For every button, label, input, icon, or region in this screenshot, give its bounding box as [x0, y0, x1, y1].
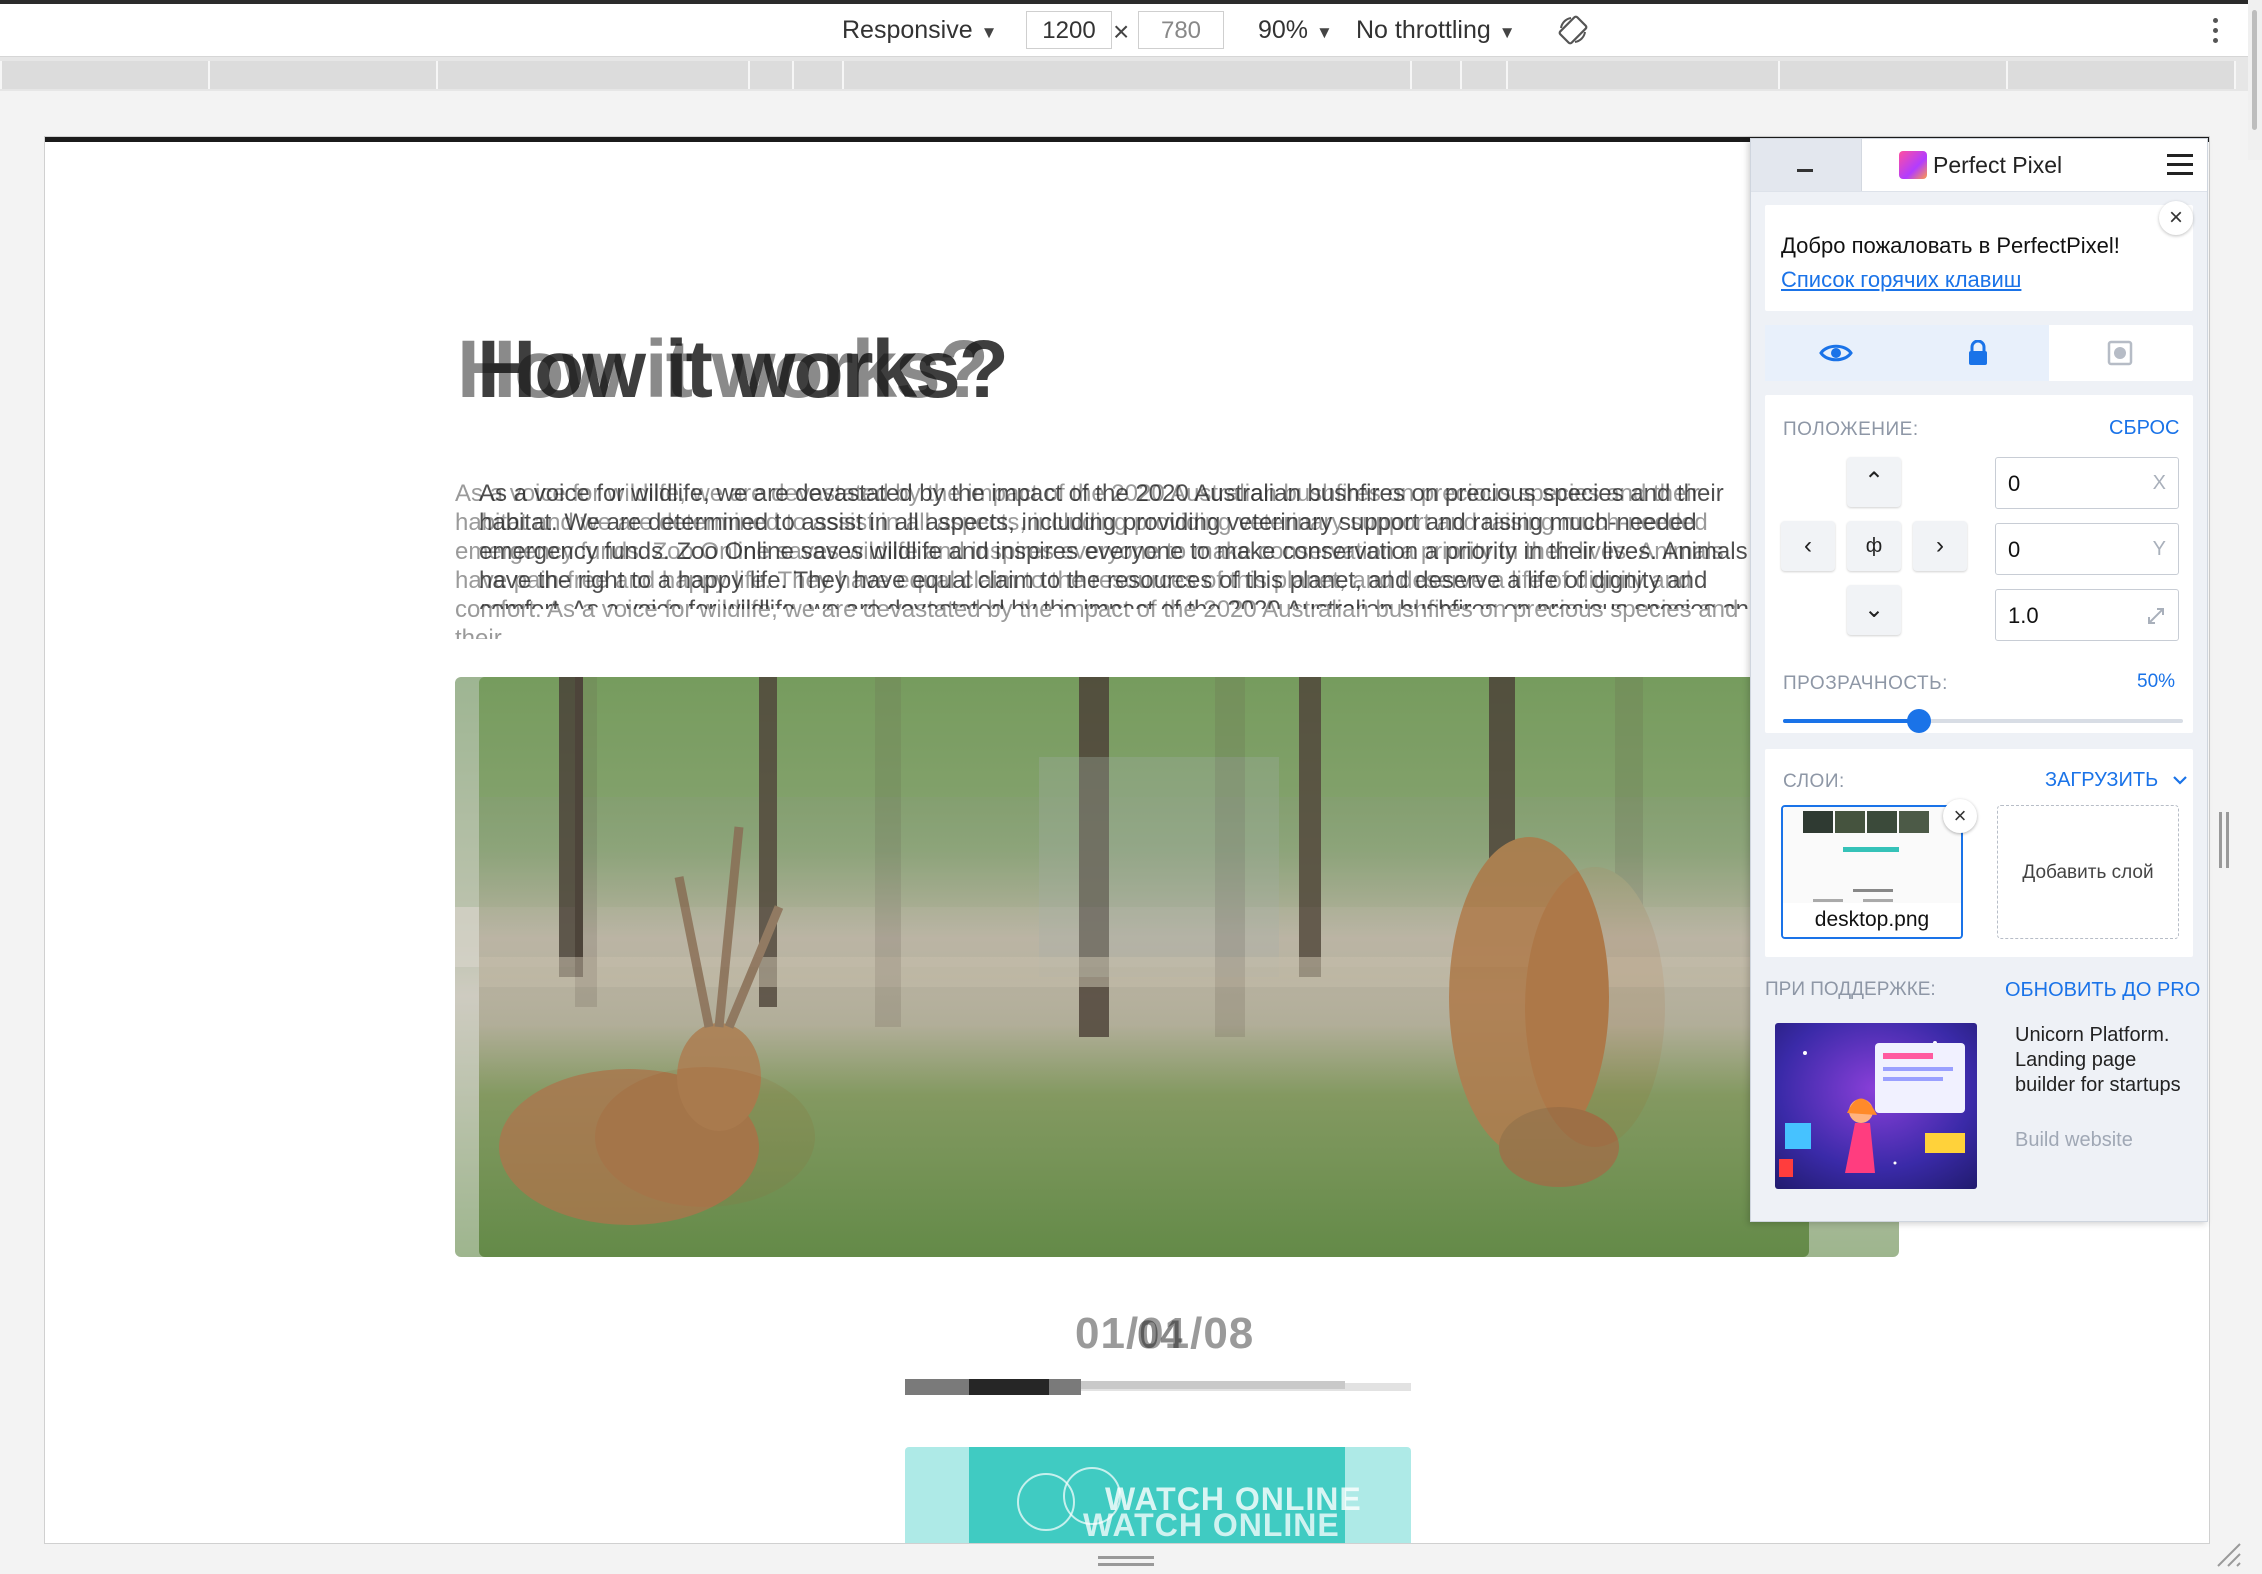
panel-header: Perfect Pixel — [1751, 139, 2207, 192]
expand-icon — [2148, 608, 2164, 624]
device-label: Responsive — [842, 16, 973, 44]
eye-icon — [1819, 344, 1853, 362]
move-right-button[interactable]: › — [1913, 521, 1967, 571]
lock-toggle[interactable] — [1907, 325, 2049, 381]
y-value: 0 — [2008, 537, 2021, 562]
device-select[interactable]: Responsive ▼ — [842, 12, 997, 48]
minimize-button[interactable] — [1751, 139, 1862, 191]
date-label-overlay: 04 — [1137, 1313, 1184, 1357]
throttling-select[interactable]: No throttling ▼ — [1356, 12, 1516, 48]
layers-card: СЛОИ: ЗАГРУЗИТЬ desktop.png × Добавить с… — [1765, 749, 2193, 957]
more-options-icon[interactable] — [2213, 18, 2219, 44]
upload-button[interactable]: ЗАГРУЗИТЬ — [2045, 769, 2188, 792]
layer-preview-image — [1783, 807, 1961, 907]
y-offset-input[interactable]: 0 Y — [1995, 523, 2179, 575]
opacity-slider-handle[interactable] — [1907, 709, 1931, 733]
scrollbar[interactable] — [2248, 0, 2262, 160]
visibility-toggle[interactable] — [1765, 325, 1907, 381]
viewport-height-input[interactable]: 780 — [1138, 11, 1224, 49]
deer-photo — [479, 677, 1809, 1257]
size-separator: × — [1113, 16, 1130, 47]
reset-button[interactable]: СБРОС — [2109, 417, 2179, 440]
viewport-resize-handle-right[interactable] — [2219, 812, 2231, 868]
close-icon[interactable]: × — [1943, 799, 1977, 833]
add-layer-button[interactable]: Добавить слой — [1997, 805, 2179, 939]
panel-title: Perfect Pixel — [1933, 152, 2063, 178]
scale-input[interactable]: 1.0 — [1995, 589, 2179, 641]
hotkeys-link[interactable]: Список горячих клавиш — [1781, 267, 2021, 293]
upgrade-pro-link[interactable]: ОБНОВИТЬ ДО PRO — [2005, 979, 2200, 1002]
move-up-button[interactable]: ⌃ — [1847, 457, 1901, 507]
page-heading: How it works? — [477, 324, 1009, 415]
opacity-slider[interactable] — [1783, 709, 2183, 733]
chevron-down-icon — [2173, 776, 2187, 785]
position-label: ПОЛОЖЕНИЕ: — [1783, 419, 1919, 440]
opacity-value: 50% — [2137, 671, 2176, 692]
y-unit: Y — [2152, 538, 2166, 560]
move-down-button[interactable]: ⌄ — [1847, 585, 1901, 635]
perfect-pixel-panel: Perfect Pixel Добро пожаловать в Perfect… — [1750, 138, 2208, 1222]
rotate-icon[interactable] — [1557, 14, 1589, 46]
upload-label: ЗАГРУЗИТЬ — [2045, 769, 2159, 791]
viewport-resize-handle-bottom[interactable] — [1098, 1556, 1154, 1568]
move-left-button[interactable]: ‹ — [1781, 521, 1835, 571]
device-toolbar: Responsive ▼ 1200 × 780 90% ▼ No throttlin… — [0, 4, 2262, 57]
layer-name: desktop.png — [1783, 903, 1961, 937]
position-card: ПОЛОЖЕНИЕ: СБРОС ⌃ ‹ ф › ⌄ 0 X 0 Y 1.0 П… — [1765, 395, 2193, 733]
zoom-select[interactable]: 90% ▼ — [1258, 12, 1333, 48]
promo-build-link[interactable]: Build website — [2015, 1129, 2133, 1152]
caret-down-icon: ▼ — [1498, 23, 1516, 42]
paragraph: As a voice for wildlife, we are devastat… — [479, 480, 1762, 609]
layers-label: СЛОИ: — [1783, 771, 1845, 792]
perfect-pixel-logo — [1899, 151, 1927, 179]
progress-thumb[interactable] — [969, 1379, 1049, 1395]
zoom-label: 90% — [1258, 16, 1309, 44]
menu-icon[interactable] — [2167, 154, 2193, 176]
x-offset-input[interactable]: 0 X — [1995, 457, 2179, 509]
x-unit: X — [2152, 472, 2166, 494]
opacity-label: ПРОЗРАЧНОСТЬ: — [1783, 673, 1948, 694]
minimize-icon — [1797, 169, 1813, 172]
resize-grip-icon[interactable] — [2212, 1538, 2242, 1568]
layer-thumbnail[interactable]: desktop.png — [1781, 805, 1963, 939]
scale-value: 1.0 — [2008, 603, 2039, 628]
welcome-text: Добро пожаловать в PerfectPixel! — [1781, 233, 2120, 258]
center-button[interactable]: ф — [1847, 521, 1901, 571]
throttling-label: No throttling — [1356, 16, 1491, 44]
mode-toggle-group — [1765, 325, 2193, 381]
close-icon[interactable]: × — [2159, 201, 2193, 235]
viewport-width-input[interactable]: 1200 — [1026, 11, 1112, 49]
opacity-slider-fill — [1783, 719, 1919, 723]
sponsor-label: ПРИ ПОДДЕРЖКЕ: — [1765, 979, 1936, 1000]
promo-illustration[interactable] — [1775, 1023, 1977, 1189]
caret-down-icon: ▼ — [980, 23, 998, 42]
welcome-card: Добро пожаловать в PerfectPixel! Список … — [1765, 205, 2193, 311]
watch-online-label-overlay: WATCH ONLINE — [1083, 1507, 1340, 1543]
invert-toggle[interactable] — [2049, 325, 2191, 381]
lock-icon — [1969, 340, 1987, 365]
caret-down-icon: ▼ — [1316, 23, 1333, 42]
media-query-bar[interactable] — [0, 57, 2262, 91]
promo-text[interactable]: Unicorn Platform. Landing page builder f… — [2015, 1023, 2195, 1098]
x-value: 0 — [2008, 471, 2021, 496]
invert-icon — [2107, 340, 2133, 366]
